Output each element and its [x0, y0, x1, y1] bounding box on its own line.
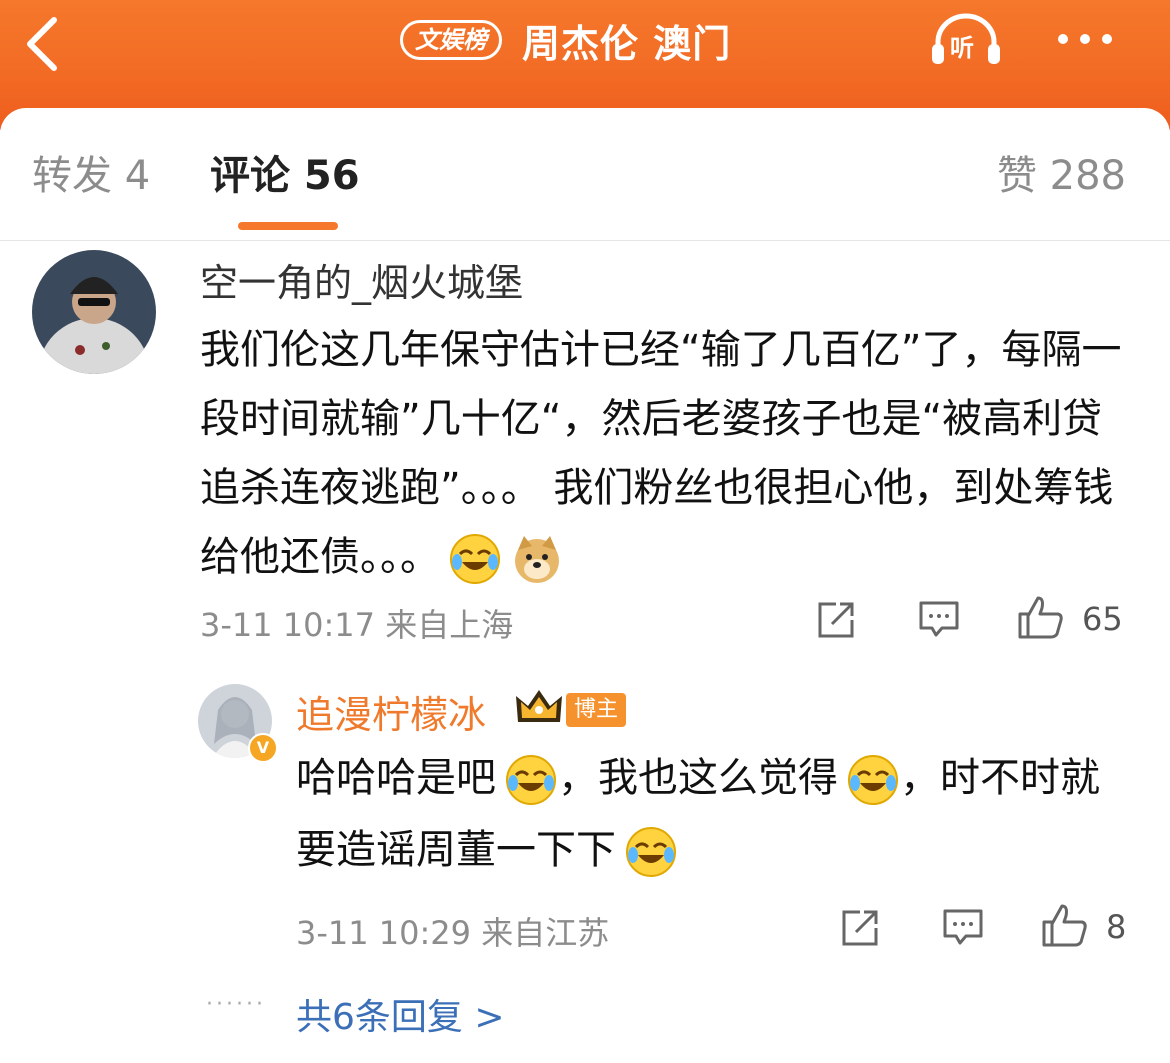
comment-username[interactable]: 空一角的_烟火城堡 — [200, 252, 523, 307]
ranking-chip[interactable]: 文娱榜 — [400, 20, 502, 60]
ellipsis-divider: ······ — [206, 992, 266, 1017]
doge-emoji-icon — [515, 536, 559, 583]
laughing-tears-emoji-icon — [626, 827, 676, 877]
listen-label: 听 — [950, 34, 974, 62]
comment-icon[interactable] — [918, 600, 960, 640]
like-count: 65 — [1082, 600, 1123, 638]
reply-like-count: 8 — [1106, 908, 1127, 946]
blogger-badge: 博主 — [566, 693, 627, 727]
active-tab-indicator — [238, 222, 338, 230]
back-arrow-icon[interactable] — [22, 14, 62, 74]
more-options-icon[interactable] — [1058, 34, 1112, 44]
verified-badge: V — [248, 733, 278, 763]
header-title-group: 文娱榜 周杰伦 澳门 — [400, 14, 731, 66]
tab-comment[interactable]: 评论 56 — [210, 150, 360, 202]
view-more-replies-link[interactable]: 共6条回复 > — [296, 988, 505, 1040]
share-icon[interactable] — [840, 908, 882, 948]
comment-body: 我们伦这几年保守估计已经“输了几百亿”了，每隔一段时间就输”几十亿“，然后老婆孩… — [200, 327, 1122, 580]
page-title: 周杰伦 澳门 — [522, 21, 732, 66]
like-thumb-icon[interactable] — [1040, 902, 1090, 948]
listen-button[interactable]: 听 — [928, 10, 1004, 70]
reply-username[interactable]: 追漫柠檬冰 — [296, 684, 486, 739]
avatar[interactable] — [32, 250, 156, 374]
tab-like[interactable]: 赞 288 — [997, 150, 1126, 202]
divider — [0, 240, 1170, 241]
reply-text-part: ，我也这么觉得 — [558, 755, 838, 801]
comment-text: 我们伦这几年保守估计已经“输了几百亿”了，每隔一段时间就输”几十亿“，然后老婆孩… — [200, 316, 1130, 592]
comment-icon[interactable] — [942, 908, 984, 948]
crown-icon — [516, 690, 562, 722]
laughing-tears-emoji-icon — [848, 755, 898, 805]
reply-meta: 3-11 10:29 来自江苏 — [296, 914, 610, 952]
share-icon[interactable] — [816, 600, 858, 640]
like-thumb-icon[interactable] — [1016, 594, 1066, 640]
tab-repost[interactable]: 转发 4 — [32, 150, 150, 202]
laughing-tears-emoji-icon — [450, 534, 500, 584]
reply-text-part: 哈哈哈是吧 — [296, 755, 496, 801]
laughing-tears-emoji-icon — [506, 755, 556, 805]
comment-meta: 3-11 10:17 来自上海 — [200, 606, 514, 644]
reply-text: 哈哈哈是吧 ，我也这么觉得 ，时不时就要造谣周董一下下 — [296, 742, 1126, 886]
